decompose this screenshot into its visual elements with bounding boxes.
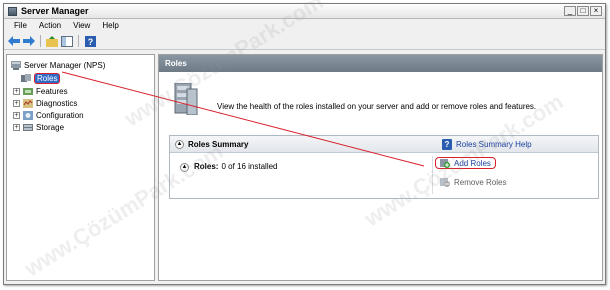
console-tree: Server Manager (NPS) Roles + Features + … xyxy=(6,54,155,281)
roles-summary-section: ▲ Roles Summary ? Roles Summary Help ▲ R… xyxy=(169,135,599,199)
intro-text: View the health of the roles installed o… xyxy=(217,102,537,111)
collapse-section-icon[interactable]: ▲ xyxy=(175,140,184,149)
roles-summary-title: Roles Summary xyxy=(188,140,249,149)
window-title: Server Manager xyxy=(21,6,89,16)
toolbar-separator xyxy=(40,35,41,47)
server-icon xyxy=(11,61,21,70)
tree-item-configuration[interactable]: + Configuration xyxy=(13,110,84,121)
roles-actions: Add Roles Remove Roles xyxy=(432,156,598,194)
remove-roles-link[interactable]: Remove Roles xyxy=(440,176,506,188)
maximize-button[interactable]: □ xyxy=(577,6,589,16)
tree-item-label-features: Features xyxy=(36,87,68,96)
roles-installed-count: 0 of 16 installed xyxy=(221,162,278,171)
help-icon[interactable]: ? xyxy=(84,35,96,47)
tree-item-label-roles: Roles xyxy=(34,73,61,84)
features-icon xyxy=(23,88,33,95)
back-arrow-icon[interactable] xyxy=(8,35,20,47)
server-rack-icon xyxy=(174,83,198,115)
roles-summary-help-link[interactable]: ? Roles Summary Help xyxy=(442,139,532,150)
expand-toggle[interactable]: + xyxy=(13,88,20,95)
tree-item-diagnostics[interactable]: + Diagnostics xyxy=(13,98,77,109)
roles-icon xyxy=(21,74,31,82)
show-hide-tree-icon[interactable] xyxy=(61,35,73,47)
toolbar-separator xyxy=(78,35,79,47)
configuration-icon xyxy=(23,111,33,120)
roles-summary-help-label: Roles Summary Help xyxy=(456,140,532,149)
tree-item-label-diagnostics: Diagnostics xyxy=(36,99,78,108)
tree-item-roles[interactable]: Roles xyxy=(21,73,61,84)
roles-status: ▲ Roles: 0 of 16 installed xyxy=(180,162,278,172)
roles-label: Roles: xyxy=(194,162,219,171)
content-pane: Roles View the health of the roles insta… xyxy=(158,54,603,281)
content-header: Roles xyxy=(159,55,602,72)
menu-action[interactable]: Action xyxy=(33,19,67,33)
title-bar: Server Manager _ □ × xyxy=(4,4,605,19)
toolbar: ? xyxy=(4,33,605,50)
minimize-button[interactable]: _ xyxy=(564,6,576,16)
add-roles-link[interactable]: Add Roles xyxy=(435,157,496,169)
expand-toggle[interactable]: + xyxy=(13,100,20,107)
expand-toggle[interactable]: + xyxy=(13,124,20,131)
tree-item-features[interactable]: + Features xyxy=(13,86,68,97)
storage-icon xyxy=(23,124,33,131)
tree-item-storage[interactable]: + Storage xyxy=(13,122,64,133)
remove-roles-label: Remove Roles xyxy=(454,177,507,187)
forward-arrow-icon[interactable] xyxy=(23,35,35,47)
svg-text:?: ? xyxy=(87,37,93,47)
menu-file[interactable]: File xyxy=(8,19,33,33)
remove-roles-icon xyxy=(440,178,450,187)
collapse-roles-icon[interactable]: ▲ xyxy=(180,163,189,172)
add-roles-label: Add Roles xyxy=(454,158,491,168)
close-button[interactable]: × xyxy=(590,6,602,16)
tree-root[interactable]: Server Manager (NPS) xyxy=(11,60,105,71)
roles-summary-header: ▲ Roles Summary ? Roles Summary Help xyxy=(170,136,598,153)
tree-root-label: Server Manager (NPS) xyxy=(24,61,106,70)
tree-item-label-storage: Storage xyxy=(36,123,65,132)
menu-view[interactable]: View xyxy=(67,19,96,33)
expand-toggle[interactable]: + xyxy=(13,112,20,119)
roles-intro: View the health of the roles installed o… xyxy=(169,77,598,117)
diagnostics-icon xyxy=(23,99,33,108)
help-book-icon: ? xyxy=(442,139,452,150)
server-manager-app-icon xyxy=(8,7,17,16)
menu-bar: File Action View Help xyxy=(4,19,605,33)
add-roles-icon xyxy=(440,159,450,168)
up-folder-icon[interactable] xyxy=(46,35,58,47)
server-manager-window: Server Manager _ □ × File Action View He… xyxy=(3,3,606,285)
tree-item-label-configuration: Configuration xyxy=(36,111,84,120)
menu-help[interactable]: Help xyxy=(96,19,124,33)
